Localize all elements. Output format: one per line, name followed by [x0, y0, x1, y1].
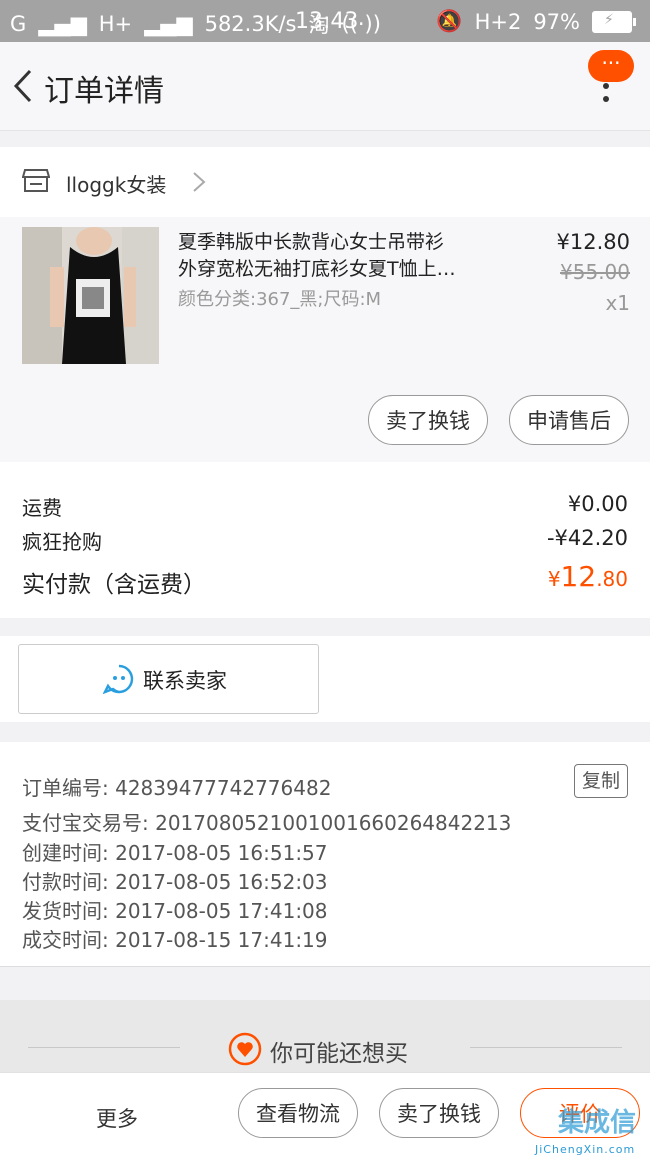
price-original: ¥55.00	[560, 260, 630, 284]
completed-time: 成交时间: 2017-08-15 17:41:19	[22, 928, 328, 952]
total-currency: ¥	[547, 567, 561, 591]
header: 订单详情 ···	[0, 42, 650, 131]
shipping-value: ¥0.00	[567, 492, 628, 516]
signal-bars-icon: ▂▄▆	[38, 12, 87, 36]
quantity: x1	[605, 291, 630, 315]
alipay-number: 支付宝交易号: 2017080521001001660264842213	[22, 811, 512, 835]
message-badge[interactable]: ···	[588, 50, 634, 82]
product-sku: 颜色分类:367_黑;尺码:M	[178, 289, 382, 310]
product-title[interactable]: 夏季韩版中长款背心女士吊带衫 外穿宽松无袖打底衫女夏T恤上…	[178, 229, 508, 283]
signal-hplus-label: H+	[98, 12, 133, 36]
status-bar: G ▂▄▆ H+ ▂▄▆ 582.3K/s 淘 ((·)) 13:43 🔕 H+…	[0, 0, 650, 42]
network-speed: 582.3K/s	[204, 12, 297, 36]
more-options-icon[interactable]	[602, 82, 610, 104]
shipped-time: 发货时间: 2017-08-05 17:41:08	[22, 899, 328, 923]
network-type: H+2	[474, 9, 522, 34]
total-dec: .80	[596, 567, 628, 591]
discount-value: -¥42.20	[546, 526, 628, 550]
view-logistics-button[interactable]: 查看物流	[238, 1088, 358, 1138]
more-button[interactable]: 更多	[96, 1103, 138, 1133]
divider-left	[28, 1047, 180, 1048]
total-label: 实付款（含运费）	[22, 572, 206, 598]
shop-row[interactable]: lloggk女装	[0, 147, 650, 217]
heart-icon	[228, 1032, 262, 1066]
shipping-label: 运费	[22, 496, 62, 520]
contact-section: 联系卖家	[0, 636, 650, 722]
signal-g-label: G	[10, 12, 27, 36]
product-image[interactable]	[22, 227, 159, 364]
chat-icon	[103, 664, 134, 694]
recommend-section: 你可能还想买	[0, 1000, 650, 1080]
status-right: 🔕 H+2 97% ⚡	[436, 9, 636, 34]
cost-summary: 运费 ¥0.00 疯狂抢购 -¥42.20 实付款（含运费） ¥12.80	[0, 462, 650, 618]
copy-button[interactable]: 复制	[574, 764, 628, 798]
paid-time: 付款时间: 2017-08-05 16:52:03	[22, 870, 328, 894]
order-number: 订单编号: 42839477742776482	[22, 776, 332, 800]
contact-seller-label: 联系卖家	[143, 669, 227, 693]
shop-name: lloggk女装	[66, 173, 167, 197]
watermark-text: JiChengXin.com	[535, 1143, 636, 1156]
sell-for-cash-button[interactable]: 卖了换钱	[368, 395, 488, 445]
created-time: 创建时间: 2017-08-05 16:51:57	[22, 841, 328, 865]
price-current: ¥12.80	[556, 230, 630, 254]
mute-icon: 🔕	[436, 9, 463, 33]
product-title-line1: 夏季韩版中长款背心女士吊带衫	[178, 231, 445, 253]
battery-icon: ⚡	[592, 10, 636, 33]
recommend-label: 你可能还想买	[270, 1041, 408, 1067]
chevron-right-icon	[193, 172, 206, 192]
divider-right	[470, 1047, 622, 1048]
contact-seller-button[interactable]: 联系卖家	[18, 644, 319, 714]
total-int: 12	[560, 560, 597, 593]
after-sale-button[interactable]: 申请售后	[509, 395, 629, 445]
total-value: ¥12.80	[548, 560, 628, 593]
product-item[interactable]: 夏季韩版中长款背心女士吊带衫 外穿宽松无袖打底衫女夏T恤上… 颜色分类:367_…	[0, 217, 650, 462]
watermark-logo: 集成信	[558, 1108, 637, 1138]
status-time: 13:43	[295, 9, 359, 34]
signal-bars-icon-2: ▂▄▆	[144, 12, 193, 36]
product-title-line2: 外穿宽松无袖打底衫女夏T恤上…	[178, 258, 456, 280]
back-icon[interactable]	[10, 68, 38, 104]
store-icon	[22, 169, 50, 192]
order-info: 订单编号: 42839477742776482 复制 支付宝交易号: 20170…	[0, 742, 650, 967]
discount-label: 疯狂抢购	[22, 530, 102, 554]
battery-percent: 97%	[533, 9, 580, 34]
page-title: 订单详情	[44, 74, 164, 109]
sell-for-cash-button-2[interactable]: 卖了换钱	[379, 1088, 499, 1138]
